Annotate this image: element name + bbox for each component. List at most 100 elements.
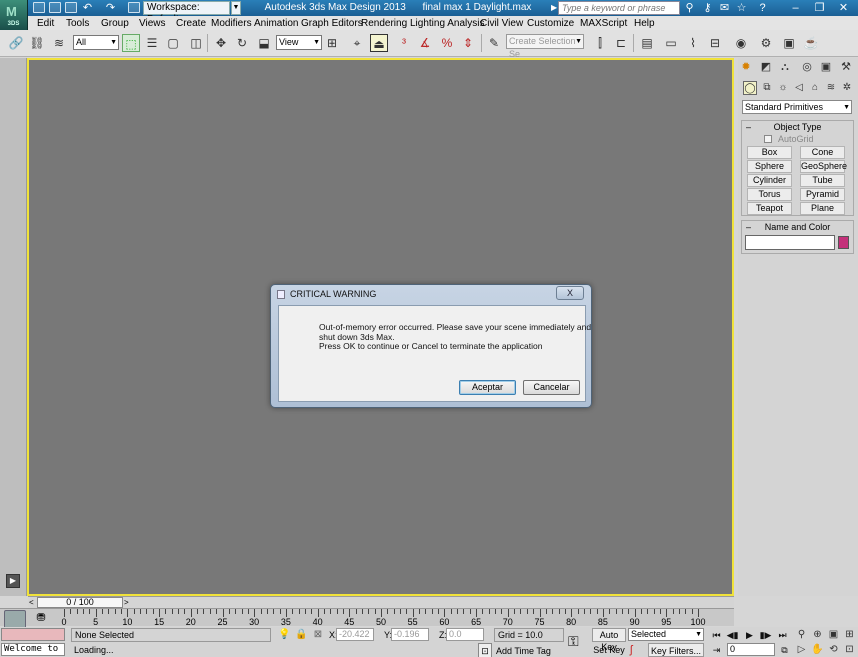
render-production-icon[interactable]: ☕ — [802, 34, 820, 52]
next-frame-icon[interactable]: ▮▶ — [758, 628, 773, 642]
cone-button[interactable]: Cone — [800, 146, 845, 159]
dialog-close-button[interactable]: X — [556, 286, 584, 300]
project-folder-icon[interactable] — [128, 2, 140, 13]
menu-lighting-analysis[interactable]: Lighting Analysis — [410, 17, 485, 30]
selection-filter-dropdown[interactable]: All ▼ — [73, 35, 119, 50]
maxscript-output[interactable]: Welcome to M — [1, 643, 65, 656]
open-file-icon[interactable] — [49, 2, 61, 13]
select-and-manipulate-icon[interactable]: ⌖ — [348, 34, 366, 52]
schematic-view-icon[interactable]: ⊟ — [706, 34, 724, 52]
reference-coordinate-dropdown[interactable]: View ▼ — [276, 35, 322, 50]
torus-button[interactable]: Torus — [747, 188, 792, 201]
render-setup-icon[interactable]: ⚙ — [757, 34, 775, 52]
bind-space-warp-icon[interactable]: ≋ — [50, 34, 68, 52]
field-of-view-icon[interactable]: ▷ — [794, 643, 809, 657]
maxscript-listener-mini[interactable] — [1, 628, 65, 641]
workspace-dropdown[interactable]: Workspace: Default — [143, 1, 230, 25]
cancel-button[interactable]: Cancelar — [523, 380, 580, 395]
box-button[interactable]: Box — [747, 146, 792, 159]
zoom-extents-all-icon[interactable]: ⊞ — [842, 628, 857, 642]
menu-edit[interactable]: Edit — [37, 17, 54, 30]
menu-create[interactable]: Create — [176, 17, 206, 30]
selection-lock-icon[interactable]: 🔒 — [295, 629, 307, 641]
window-crossing-icon[interactable]: ◫ — [187, 34, 205, 52]
menu-group[interactable]: Group — [101, 17, 129, 30]
geometry-icon[interactable]: ◯ — [743, 81, 757, 95]
systems-icon[interactable]: ✲ — [840, 81, 854, 95]
select-and-move-icon[interactable]: ✥ — [212, 34, 230, 52]
pivot-center-icon[interactable]: ⊞ — [323, 34, 341, 52]
key-filters-button[interactable]: Key Filters... — [648, 643, 704, 657]
maximize-viewport-icon[interactable]: ⊡ — [842, 643, 857, 657]
geosphere-button[interactable]: GeoSphere — [800, 160, 847, 173]
spinner-snap-icon[interactable]: ⇕ — [459, 34, 477, 52]
menu-help[interactable]: Help — [634, 17, 655, 30]
teapot-button[interactable]: Teapot — [747, 202, 792, 215]
snaps-toggle-icon[interactable]: ³ — [395, 34, 413, 52]
hierarchy-tab-icon[interactable]: ⛬ — [777, 59, 793, 75]
search-icon[interactable]: ⚲ — [682, 1, 697, 15]
key-curve-icon[interactable]: ʃ — [630, 644, 632, 656]
viewport-layout-toggle[interactable]: ▶ — [6, 574, 20, 588]
filter-icon[interactable]: ⛃ — [33, 611, 49, 625]
ok-button[interactable]: Aceptar — [459, 380, 516, 395]
object-name-field[interactable] — [745, 235, 835, 250]
current-frame-field[interactable]: 0 — [727, 643, 775, 656]
favorites-icon[interactable]: ☆ — [734, 1, 749, 15]
application-button[interactable]: M 3DS — [0, 0, 28, 30]
motion-tab-icon[interactable]: ◎ — [799, 59, 815, 75]
name-and-color-header[interactable]: – Name and Color — [742, 221, 853, 233]
edit-named-selection-icon[interactable]: ✎ — [485, 34, 503, 52]
time-slider-prev-icon[interactable]: < — [29, 597, 37, 608]
time-slider-next-icon[interactable]: > — [124, 597, 132, 608]
zoom-all-icon[interactable]: ⊕ — [810, 628, 825, 642]
dialog-title-bar[interactable]: CRITICAL WARNING X — [271, 285, 591, 303]
pan-view-icon[interactable]: ✋ — [810, 643, 825, 657]
rendered-frame-window-icon[interactable]: ▣ — [780, 34, 798, 52]
help-icon[interactable]: ? — [755, 1, 770, 15]
rectangular-selection-icon[interactable]: ▢ — [164, 34, 182, 52]
go-to-start-icon[interactable]: ⏮ — [709, 628, 724, 642]
pyramid-button[interactable]: Pyramid — [800, 188, 845, 201]
cylinder-button[interactable]: Cylinder — [747, 174, 792, 187]
utilities-tab-icon[interactable]: ⚒ — [838, 59, 854, 75]
undo-icon[interactable]: ↶ — [80, 1, 95, 15]
menu-civil-view[interactable]: Civil View — [480, 17, 523, 30]
add-time-tag-button[interactable]: ⊡ Add Time Tag — [478, 643, 568, 657]
time-slider-handle[interactable]: 0 / 100 — [37, 597, 123, 608]
time-slider[interactable]: < 0 / 100 > — [28, 596, 734, 608]
named-selection-set-dropdown[interactable]: Create Selection Se ▼ — [506, 34, 584, 59]
menu-rendering[interactable]: Rendering — [361, 17, 407, 30]
select-and-rotate-icon[interactable]: ↻ — [233, 34, 251, 52]
set-key-icon[interactable]: ⚿ — [568, 633, 588, 649]
cameras-icon[interactable]: ◁ — [792, 81, 806, 95]
modify-tab-icon[interactable]: ◩ — [758, 59, 774, 75]
go-to-end-icon[interactable]: ⏭ — [775, 628, 790, 642]
sphere-button[interactable]: Sphere — [747, 160, 792, 173]
minimize-icon[interactable]: – — [788, 1, 803, 15]
restore-icon[interactable]: ❐ — [812, 1, 827, 15]
save-file-icon[interactable] — [65, 2, 77, 13]
menu-animation[interactable]: Animation — [254, 17, 298, 30]
align-icon[interactable]: ⊏ — [612, 34, 630, 52]
menu-maxscript[interactable]: MAXScript — [580, 17, 627, 30]
select-object-icon[interactable]: ⬚ — [122, 34, 140, 52]
select-and-link-icon[interactable]: 🔗 — [7, 34, 25, 52]
object-color-swatch[interactable] — [838, 236, 849, 249]
create-tab-icon[interactable]: ✹ — [738, 59, 754, 75]
display-tab-icon[interactable]: ▣ — [818, 59, 834, 75]
mirror-icon[interactable]: ⫿ — [591, 34, 609, 52]
auto-key-button[interactable]: Auto Key — [592, 628, 626, 652]
autogrid-checkbox[interactable] — [764, 135, 772, 143]
zoom-extents-icon[interactable]: ▣ — [826, 628, 841, 642]
helpers-icon[interactable]: ⌂ — [808, 81, 822, 95]
menu-views[interactable]: Views — [139, 17, 166, 30]
menu-tools[interactable]: Tools — [66, 17, 89, 30]
select-by-name-icon[interactable]: ☰ — [143, 34, 161, 52]
previous-frame-icon[interactable]: ◀▮ — [725, 628, 740, 642]
set-key-button[interactable]: Set Key — [592, 643, 626, 657]
curve-editor-icon[interactable]: ⌇ — [684, 34, 702, 52]
shapes-icon[interactable]: ⧉ — [760, 81, 774, 95]
play-icon[interactable]: ▶ — [742, 628, 757, 642]
x-coordinate-field[interactable]: -20.422 — [336, 628, 374, 641]
